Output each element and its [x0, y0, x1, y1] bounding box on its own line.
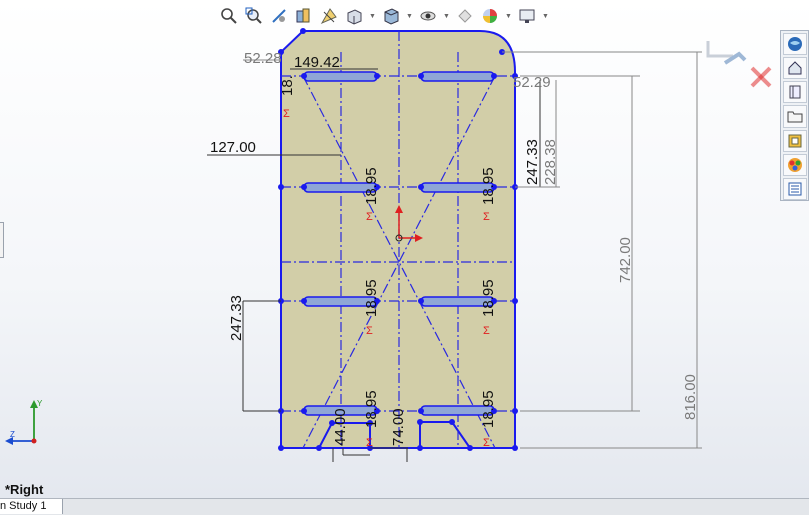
svg-text:Σ: Σ [366, 325, 373, 337]
hide-show-dropdown[interactable]: ▼ [442, 5, 451, 27]
scene-dropdown[interactable]: ▼ [504, 5, 513, 27]
dim-right-spacing-1[interactable]: 247.33 [524, 139, 541, 185]
dim-left-offset[interactable]: 127.00 [210, 139, 256, 156]
document-tab-bar: n Study 1 [0, 498, 809, 515]
dim-slot-height-6[interactable]: 18.95 [480, 390, 497, 428]
resources-icon[interactable] [782, 33, 807, 56]
dim-slot-height-2[interactable]: 18.95 [480, 167, 497, 205]
dim-top-left-offset[interactable]: 52.28 [244, 50, 282, 67]
display-style-icon[interactable] [380, 5, 402, 27]
dim-slot-height-5[interactable]: 18.95 [363, 390, 380, 428]
task-pane-tabs [780, 30, 809, 201]
svg-text:Σ: Σ [366, 211, 373, 223]
dim-top-slot-width[interactable]: 149.42 [294, 54, 340, 71]
svg-text:Σ: Σ [483, 211, 490, 223]
svg-text:Σ: Σ [483, 437, 490, 449]
dim-top-slot-height[interactable]: 18. [279, 75, 296, 96]
dim-right-top-small[interactable]: 52.29 [513, 74, 551, 91]
dim-overall-742[interactable]: 742.00 [617, 237, 634, 283]
graphics-area[interactable]: 52.28 149.42 18. 127.00 18.95 18.95 18.9… [0, 0, 809, 514]
display-style-dropdown[interactable]: ▼ [405, 5, 414, 27]
hide-show-icon[interactable] [417, 5, 439, 27]
file-explorer-icon[interactable] [782, 81, 807, 104]
apply-scene-icon[interactable] [479, 5, 501, 27]
view-settings-dropdown[interactable]: ▼ [541, 5, 550, 27]
dim-left-spacing[interactable]: 247.33 [228, 295, 245, 341]
zoom-to-fit-icon[interactable] [218, 5, 240, 27]
design-library-icon[interactable] [782, 57, 807, 80]
view-orientation-dropdown[interactable]: ▼ [368, 5, 377, 27]
tab-study[interactable]: n Study 1 [0, 499, 63, 514]
panel-edge-handle[interactable] [0, 222, 4, 258]
svg-text:Z: Z [10, 430, 15, 439]
dim-bottom-74[interactable]: 74.00 [390, 408, 407, 446]
dim-overall-816[interactable]: 816.00 [682, 374, 699, 420]
appearances-icon[interactable] [782, 153, 807, 176]
view-settings-icon[interactable] [516, 5, 538, 27]
zoom-to-area-icon[interactable] [243, 5, 265, 27]
dim-bottom-44[interactable]: 44.00 [332, 408, 349, 446]
heads-up-toolbar: ▼ ▼ ▼ ▼ ▼ [218, 3, 550, 29]
open-folder-icon[interactable] [782, 105, 807, 128]
view-palette-icon[interactable] [782, 129, 807, 152]
edit-appearance-icon[interactable] [454, 5, 476, 27]
section-view-icon[interactable] [293, 5, 315, 27]
accept-icon[interactable] [706, 41, 747, 65]
svg-text:Σ: Σ [483, 325, 490, 337]
cancel-icon[interactable] [750, 66, 772, 88]
svg-text:Σ: Σ [283, 108, 290, 120]
previous-view-icon[interactable] [268, 5, 290, 27]
svg-text:Σ: Σ [366, 437, 373, 449]
sketch-canvas[interactable]: 52.28 149.42 18. 127.00 18.95 18.95 18.9… [0, 0, 809, 514]
triad-icon: Y Z [5, 399, 43, 445]
plate-outline [280, 30, 516, 449]
view-orientation-label: *Right [5, 482, 44, 497]
svg-text:Y: Y [37, 399, 43, 408]
custom-properties-icon[interactable] [782, 177, 807, 200]
confirmation-corner [705, 36, 775, 101]
dim-slot-height-1[interactable]: 18.95 [363, 167, 380, 205]
dim-right-spacing-2[interactable]: 228.38 [542, 139, 559, 185]
dim-slot-height-4[interactable]: 18.95 [480, 279, 497, 317]
dynamic-annotation-icon[interactable] [318, 5, 340, 27]
dim-slot-height-3[interactable]: 18.95 [363, 279, 380, 317]
view-orientation-icon[interactable] [343, 5, 365, 27]
